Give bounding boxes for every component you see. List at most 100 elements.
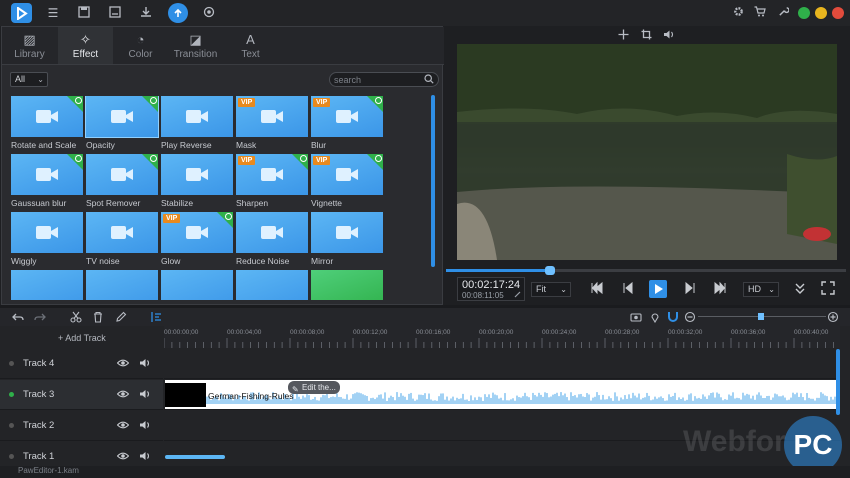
speaker-icon[interactable] — [139, 357, 151, 369]
effect-thumbnail[interactable]: VIP — [311, 154, 383, 195]
effect-card[interactable] — [311, 270, 383, 300]
effect-thumbnail[interactable] — [161, 154, 233, 195]
effect-card[interactable] — [161, 270, 233, 300]
tab-effect[interactable]: ✧ Effect — [58, 27, 113, 64]
effect-card[interactable] — [86, 270, 158, 300]
minimize-window-icon[interactable] — [815, 7, 827, 19]
zoom-in-icon[interactable] — [827, 311, 839, 323]
tab-transition[interactable]: ◪ Transition — [168, 27, 223, 64]
effect-thumbnail[interactable]: VIP — [236, 154, 308, 195]
effect-thumbnail[interactable] — [161, 96, 233, 137]
play-button[interactable] — [649, 280, 667, 298]
track-header[interactable]: Track 3 — [0, 380, 163, 410]
edit-clip-button[interactable]: ✎ Edit the... — [288, 381, 340, 394]
undo-icon[interactable] — [12, 311, 24, 323]
effect-thumbnail[interactable] — [311, 270, 383, 300]
settings-gear-icon[interactable] — [731, 6, 745, 20]
snapshot-icon[interactable] — [630, 311, 642, 323]
effect-thumbnail[interactable]: VIP — [311, 96, 383, 137]
search-input[interactable] — [334, 73, 422, 86]
volume-icon[interactable] — [663, 29, 675, 40]
speaker-icon[interactable] — [139, 419, 151, 431]
effect-thumbnail[interactable] — [11, 270, 83, 300]
timeline-scrollbar[interactable] — [836, 349, 840, 415]
close-window-icon[interactable] — [832, 7, 844, 19]
cut-icon[interactable] — [70, 311, 82, 323]
effect-card[interactable]: Reduce Noise — [236, 212, 308, 266]
delete-icon[interactable] — [92, 311, 104, 323]
effect-card[interactable]: Gaussuan blur — [11, 154, 83, 208]
fit-select[interactable]: Fit ⌄ — [531, 282, 571, 297]
add-track-button[interactable]: + Add Track — [58, 333, 106, 343]
effect-card[interactable]: Play Reverse — [161, 96, 233, 150]
record-icon[interactable] — [202, 6, 216, 20]
effect-thumbnail[interactable] — [236, 270, 308, 300]
edit-pencil-icon[interactable] — [115, 311, 127, 323]
wrench-icon[interactable] — [776, 6, 790, 20]
effect-card[interactable]: Stabilize — [161, 154, 233, 208]
timeline-ruler[interactable]: 00:00:00;00 00:00:04;00 00:00:08;00 00:00:1… — [163, 326, 840, 348]
magnet-icon[interactable] — [667, 311, 679, 323]
effect-card[interactable]: VIP Blur — [311, 96, 383, 150]
speaker-icon[interactable] — [139, 388, 151, 400]
edit-time-icon[interactable] — [514, 291, 521, 298]
cart-icon[interactable] — [753, 6, 767, 20]
effect-thumbnail[interactable] — [311, 212, 383, 253]
track1-clip[interactable] — [165, 455, 225, 459]
audio-clip[interactable]: German-Fishing-Rules — [165, 380, 837, 409]
effect-thumbnail[interactable]: VIP — [161, 212, 233, 253]
effect-grid-scrollbar[interactable] — [431, 95, 435, 267]
zoom-out-icon[interactable] — [684, 311, 696, 323]
effect-card[interactable]: Wiggly — [11, 212, 83, 266]
tab-library[interactable]: ▨ Library — [2, 27, 57, 64]
effect-filter-select[interactable]: All ⌄ — [10, 72, 48, 87]
track-header[interactable]: Track 4 — [0, 349, 163, 379]
effect-card[interactable]: VIP Vignette — [311, 154, 383, 208]
effect-thumbnail[interactable] — [11, 96, 83, 137]
menu-icon[interactable]: ☰ — [46, 6, 60, 20]
effect-thumbnail[interactable] — [86, 212, 158, 253]
effect-card[interactable]: Spot Remover — [86, 154, 158, 208]
effect-card[interactable]: VIP Sharpen — [236, 154, 308, 208]
marker-pin-icon[interactable] — [649, 311, 661, 323]
fullscreen-icon[interactable] — [821, 281, 835, 295]
effect-thumbnail[interactable]: VIP — [236, 96, 308, 137]
effect-card[interactable]: Opacity — [85, 96, 159, 150]
visibility-eye-icon[interactable] — [117, 419, 129, 431]
effect-card[interactable]: VIP Glow — [161, 212, 233, 266]
effect-card[interactable] — [236, 270, 308, 300]
effect-card[interactable] — [11, 270, 83, 300]
track-header[interactable]: Track 2 — [0, 411, 163, 441]
tab-text[interactable]: A Text — [223, 27, 278, 64]
effect-thumbnail[interactable] — [161, 270, 233, 300]
effect-card[interactable]: VIP Mask — [236, 96, 308, 150]
zoom-slider-handle[interactable] — [758, 313, 764, 320]
export-icon[interactable] — [139, 6, 153, 20]
upload-icon[interactable] — [168, 3, 188, 23]
video-preview[interactable] — [457, 44, 837, 260]
speaker-icon[interactable] — [139, 450, 151, 462]
save-as-icon[interactable] — [108, 6, 122, 20]
effect-search[interactable] — [329, 72, 439, 87]
search-icon[interactable] — [424, 74, 434, 84]
seek-handle[interactable] — [545, 266, 555, 275]
visibility-eye-icon[interactable] — [117, 357, 129, 369]
effect-thumbnail[interactable] — [85, 96, 159, 138]
effect-thumbnail[interactable] — [11, 212, 83, 253]
track-split-icon[interactable] — [150, 311, 162, 323]
effect-thumbnail[interactable] — [11, 154, 83, 195]
effect-card[interactable]: Rotate and Scale — [11, 96, 83, 150]
quality-select[interactable]: HD ⌄ — [743, 282, 779, 297]
collapse-chevron-icon[interactable] — [793, 281, 807, 295]
skip-to-end-icon[interactable] — [713, 281, 727, 295]
skip-to-start-icon[interactable] — [590, 281, 604, 295]
effect-card[interactable]: Mirror — [311, 212, 383, 266]
previous-frame-icon[interactable] — [621, 281, 635, 295]
next-frame-icon[interactable] — [683, 281, 697, 295]
effect-thumbnail[interactable] — [86, 270, 158, 300]
crop-icon[interactable] — [641, 29, 652, 40]
redo-icon[interactable] — [34, 311, 46, 323]
fullscreen-window-icon[interactable] — [798, 7, 810, 19]
effect-thumbnail[interactable] — [236, 212, 308, 253]
effect-card[interactable]: TV noise — [86, 212, 158, 266]
